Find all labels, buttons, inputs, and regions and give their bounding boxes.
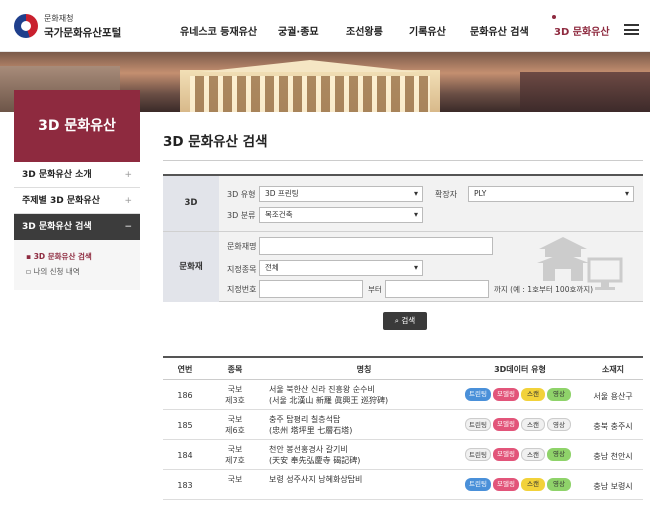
designation-select[interactable]: 전체 [259,260,423,276]
badge-video[interactable]: 영상 [547,388,571,401]
name-input[interactable] [259,237,493,255]
col-name: 명칭 [356,365,372,374]
ext-label: 확장자 [435,190,458,199]
category-select[interactable]: 목조건축 [259,207,423,223]
table-row[interactable]: 186 국보 제3호 서울 북한산 신라 진흥왕 순수비 (서울 北漢山 新羅 眞興王 … [163,380,643,410]
badge-scan[interactable]: 스캔 [521,478,545,491]
nav-documentary[interactable]: 기록유산 [409,23,446,38]
table-row[interactable]: 183 국보 보령 성주사지 낭혜화상탑비충남 보령시 트린팅 모델링 스캔 영상 [163,470,643,500]
badge-print[interactable]: 트린팅 [465,388,491,401]
col-location: 소재지 [601,365,625,374]
row-kind: 국보 제3호 [225,385,245,405]
table-row[interactable]: 184 국보 제7호 천안 봉선홍경사 갈기비 (天安 奉先弘慶寺 碣記碑) 충남 천안시… [163,440,643,470]
ext-select[interactable]: PLY [468,186,634,202]
number-from-input[interactable] [259,280,363,298]
badge-model[interactable]: 모델링 [493,418,519,431]
table-row[interactable]: 185 국보 제6호 충주 탑평리 칠층석탑 (忠州 塔坪里 七層石塔) 충북 충주시 트린… [163,410,643,440]
page-title: 3D 문화유산 검색 [163,134,268,150]
col-kind: 종목 [227,365,243,374]
search-form: 3D 문화재 3D 유형 3D 프린팅 확장자 PLY 3D 분류 목조건축 문… [163,174,643,302]
number-to-input[interactable] [385,280,489,298]
sidebar-item-label: 3D 문화유산 검색 [22,222,92,232]
badge-model[interactable]: 모델링 [493,388,519,401]
row-location: 충북 충주시 [593,422,633,431]
row-number: 183 [177,481,193,490]
data-type-badges: 트린팅 모델링 스캔 영상 [465,418,575,432]
taegeuk-logo-icon [14,14,38,38]
logo-subtitle: 문화재청 [44,14,74,23]
badge-print[interactable]: 트린팅 [465,448,491,461]
badge-video[interactable]: 영상 [547,418,571,431]
name-label: 문화재명 [227,242,257,251]
nav-unesco[interactable]: 유네스코 등재유산 [180,23,257,38]
row-number: 186 [177,391,193,400]
submenu-3d-search[interactable]: ▪ 3D 문화유산 검색 [26,251,92,262]
badge-scan[interactable]: 스캔 [521,448,545,461]
badge-scan[interactable]: 스캔 [521,418,545,431]
sidebar-submenu [14,240,140,290]
data-type-badges: 트린팅 모델링 스캔 영상 [465,448,575,462]
sidebar-item-search[interactable]: 3D 문화유산 검색 − [14,214,140,240]
submenu-my-requests[interactable]: ▫ 나의 신청 내역 [26,266,80,277]
nav-palace[interactable]: 궁궐·종묘 [278,23,319,38]
expand-icon[interactable]: + [124,162,132,188]
sidebar-item-thematic[interactable]: 주제별 3D 문화유산 + [14,188,140,214]
sidebar-title: 3D 문화유산 [14,90,140,162]
title-divider [163,160,643,161]
pagoda-computer-icon [537,237,623,290]
row-number: 185 [177,421,193,430]
row-name[interactable]: 보령 성주사지 낭혜화상탑비 [269,474,459,485]
category-label: 3D 분류 [227,211,256,220]
top-header: 문화재청 국가문화유산포털 유네스코 등재유산 궁궐·종묘 조선왕릉 기록유산 … [0,0,650,52]
badge-print[interactable]: 트린팅 [465,478,491,491]
row-name[interactable]: 서울 북한산 신라 진흥왕 순수비 (서울 北漢山 新羅 眞興王 巡狩碑) [269,384,459,406]
badge-model[interactable]: 모델링 [493,478,519,491]
col-3d-type: 3D데이터 유형 [494,365,546,374]
nav-3d-heritage[interactable]: 3D 문화유산 [554,23,610,38]
badge-scan[interactable]: 스캔 [521,388,545,401]
collapse-icon[interactable]: − [124,214,132,240]
type-select[interactable]: 3D 프린팅 [259,186,423,202]
badge-video[interactable]: 영상 [547,448,571,461]
badge-print[interactable]: 트린팅 [465,418,491,431]
row-number: 184 [177,451,193,460]
site-logo[interactable]: 문화재청 국가문화유산포털 [14,12,134,42]
data-type-badges: 트린팅 모델링 스캔 영상 [465,388,575,402]
logo-title: 국가문화유산포털 [44,27,122,39]
number-label: 지정번호 [227,285,257,294]
badge-model[interactable]: 모델링 [493,448,519,461]
row-location: 서울 용산구 [593,392,633,401]
search-icon: ⌕ [394,316,399,325]
sidebar-item-label: 3D 문화유산 소개 [22,170,92,180]
nav-heritage-search[interactable]: 문화유산 검색 [470,23,529,38]
expand-icon[interactable]: + [124,188,132,214]
designation-label: 지정종목 [227,265,257,274]
sidebar-item-intro[interactable]: 3D 문화유산 소개 + [14,162,140,188]
table-header: 연번 종목 명칭 3D데이터 유형 소재지 [163,356,643,380]
from-text: 부터 [368,285,382,294]
active-nav-dot [552,15,556,19]
data-type-badges: 트린팅 모델링 스캔 영상 [465,478,575,492]
col-no: 연번 [177,365,193,374]
row-name[interactable]: 충주 탑평리 칠층석탑 (忠州 塔坪里 七層石塔) [269,414,459,436]
section-heritage-label: 문화재 [163,232,219,302]
row-kind: 국보 [227,475,243,484]
row-kind: 국보 제6호 [225,415,245,435]
search-button[interactable]: ⌕ 검색 [383,312,427,330]
menu-icon[interactable] [624,24,639,35]
row-kind: 국보 제7호 [225,445,245,465]
sidebar-item-label: 주제별 3D 문화유산 [22,196,100,206]
section-3d-label: 3D [163,176,219,231]
row-name[interactable]: 천안 봉선홍경사 갈기비 (天安 奉先弘慶寺 碣記碑) [269,444,459,466]
badge-video[interactable]: 영상 [547,478,571,491]
row-location: 충남 천안시 [593,452,633,461]
nav-royal-tombs[interactable]: 조선왕릉 [346,23,383,38]
row-location: 충남 보령시 [593,482,633,491]
type-label: 3D 유형 [227,190,256,199]
